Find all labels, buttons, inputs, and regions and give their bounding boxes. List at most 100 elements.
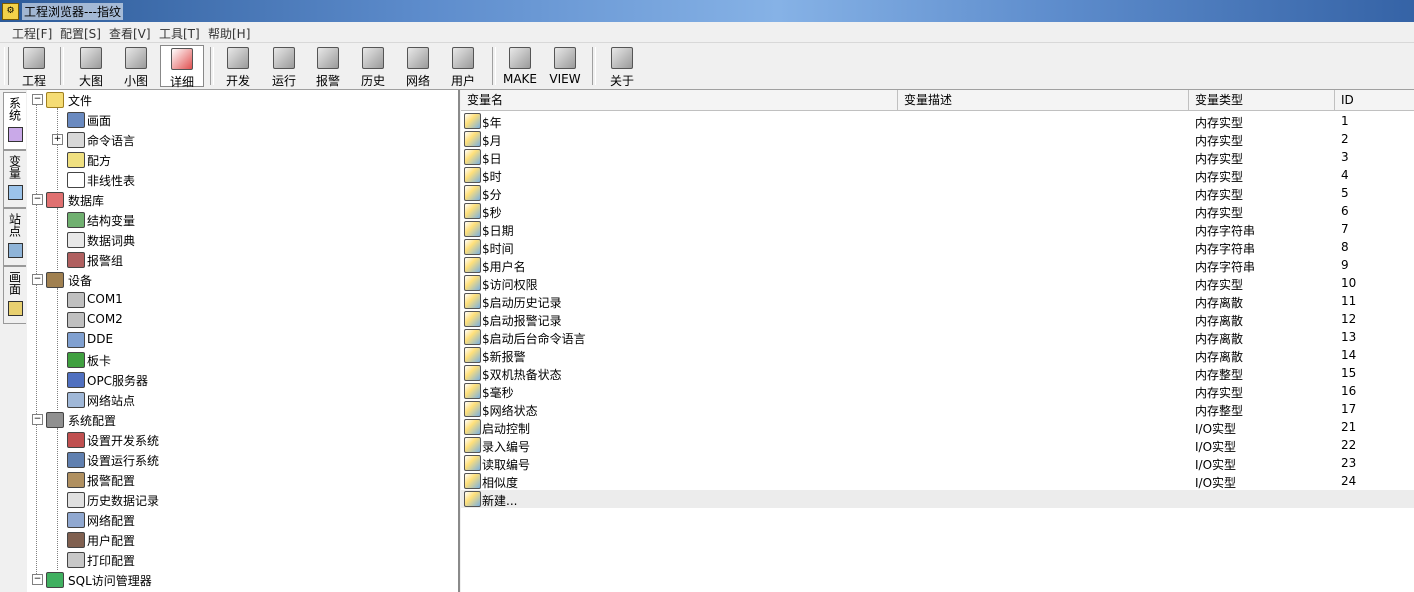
table-row[interactable]: $启动后台命令语言 内存离散 13 — [461, 328, 1414, 346]
table-row[interactable]: $网络状态 内存整型 17 — [461, 400, 1414, 418]
column-header-type[interactable]: 变量类型 — [1189, 90, 1335, 110]
network-button[interactable]: 网络 — [398, 45, 438, 88]
table-row[interactable]: $启动历史记录 内存离散 11 — [461, 292, 1414, 310]
new-variable-row[interactable]: 新建... — [461, 490, 1414, 508]
variable-name: $日 — [482, 152, 502, 166]
variable-name: $启动历史记录 — [482, 296, 562, 310]
variable-icon — [464, 239, 481, 255]
collapse-toggle[interactable]: − — [32, 194, 43, 205]
table-row[interactable]: $启动报警记录 内存离散 12 — [461, 310, 1414, 328]
about-button[interactable]: 关于 — [602, 45, 642, 88]
menu-config[interactable]: 配置[S] — [60, 25, 101, 42]
column-header-description[interactable]: 变量描述 — [898, 90, 1189, 110]
key-icon — [452, 47, 474, 69]
variable-id: 6 — [1341, 204, 1349, 218]
variable-id: 23 — [1341, 456, 1357, 470]
menu-view[interactable]: 查看[V] — [109, 25, 151, 42]
table-row[interactable]: $秒 内存实型 6 — [461, 202, 1414, 220]
run-button[interactable]: 运行 — [264, 45, 304, 88]
variable-icon — [464, 113, 481, 129]
table-row[interactable]: $访问权限 内存实型 10 — [461, 274, 1414, 292]
view-button[interactable]: VIEW — [545, 45, 585, 87]
variable-icon — [464, 473, 481, 489]
tab-system[interactable]: 系统 — [3, 92, 26, 150]
tab-variables[interactable]: 变量 — [3, 150, 26, 208]
variable-type: 内存离散 — [1195, 350, 1244, 364]
command-icon — [67, 132, 85, 148]
variable-name: $秒 — [482, 206, 502, 220]
alarm-config-icon — [67, 472, 85, 488]
network-config-icon — [67, 512, 85, 528]
expand-toggle[interactable]: + — [52, 134, 63, 145]
serial-port-icon — [67, 292, 85, 308]
history-icon — [362, 47, 384, 69]
toolbar-grip[interactable] — [4, 47, 9, 85]
small-icons-button[interactable]: 小图 — [116, 45, 156, 88]
variable-type: 内存实型 — [1195, 116, 1244, 130]
board-icon — [67, 352, 85, 368]
user-button[interactable]: 用户 — [443, 45, 483, 88]
table-row[interactable]: $月 内存实型 2 — [461, 130, 1414, 148]
column-header-id[interactable]: ID — [1335, 90, 1414, 110]
variable-type: 内存实型 — [1195, 278, 1244, 292]
table-row[interactable]: $年 内存实型 1 — [461, 112, 1414, 130]
table-row[interactable]: $双机热备状态 内存整型 15 — [461, 364, 1414, 382]
table-row[interactable]: $毫秒 内存实型 16 — [461, 382, 1414, 400]
make-button[interactable]: MAKE — [500, 45, 540, 87]
toolbar-separator — [492, 47, 496, 85]
menu-tools[interactable]: 工具[T] — [159, 25, 200, 42]
variable-type: I/O实型 — [1195, 440, 1237, 454]
menu-help[interactable]: 帮助[H] — [208, 25, 250, 42]
collapse-toggle[interactable]: − — [32, 94, 43, 105]
screen-icon — [67, 112, 85, 128]
develop-button[interactable]: 开发 — [218, 45, 258, 88]
variable-type: 内存实型 — [1195, 170, 1244, 184]
table-row[interactable]: 启动控制 I/O实型 21 — [461, 418, 1414, 436]
variable-icon — [464, 347, 481, 363]
table-row[interactable]: $分 内存实型 5 — [461, 184, 1414, 202]
variable-id: 11 — [1341, 294, 1357, 308]
variable-icon — [464, 185, 481, 201]
table-row[interactable]: $时间 内存字符串 8 — [461, 238, 1414, 256]
variable-id: 14 — [1341, 348, 1357, 362]
table-row[interactable]: $用户名 内存字符串 9 — [461, 256, 1414, 274]
table-row[interactable]: $新报警 内存离散 14 — [461, 346, 1414, 364]
table-row[interactable]: $日 内存实型 3 — [461, 148, 1414, 166]
stations-tab-icon — [7, 243, 23, 258]
variable-name: 录入编号 — [482, 440, 531, 454]
variable-type: 内存离散 — [1195, 332, 1244, 346]
network-icon — [407, 47, 429, 69]
variable-icon — [464, 275, 481, 291]
table-row[interactable]: $日期 内存字符串 7 — [461, 220, 1414, 238]
collapse-toggle[interactable]: − — [32, 414, 43, 425]
serial-port-icon — [67, 312, 85, 328]
collapse-toggle[interactable]: − — [32, 274, 43, 285]
table-row[interactable]: 读取编号 I/O实型 23 — [461, 454, 1414, 472]
network-station-icon — [67, 392, 85, 408]
variable-icon — [464, 293, 481, 309]
table-row[interactable]: $时 内存实型 4 — [461, 166, 1414, 184]
tab-screens[interactable]: 画面 — [3, 266, 26, 324]
variable-type: 内存字符串 — [1195, 224, 1256, 238]
variable-type: 内存整型 — [1195, 404, 1244, 418]
database-icon — [46, 192, 64, 208]
variable-id: 13 — [1341, 330, 1357, 344]
project-button[interactable]: 工程 — [14, 45, 54, 88]
alarm-button[interactable]: 报警 — [308, 45, 348, 88]
table-row[interactable]: 录入编号 I/O实型 22 — [461, 436, 1414, 454]
variable-name: $分 — [482, 188, 502, 202]
variable-type: 内存实型 — [1195, 206, 1244, 220]
menu-project[interactable]: 工程[F] — [12, 25, 52, 42]
variable-icon — [464, 257, 481, 273]
history-button[interactable]: 历史 — [353, 45, 393, 88]
tab-stations[interactable]: 站点 — [3, 208, 26, 266]
recipe-icon — [67, 152, 85, 168]
table-row[interactable]: 相似度 I/O实型 24 — [461, 472, 1414, 490]
column-header-name[interactable]: 变量名 — [461, 90, 898, 110]
variable-icon — [464, 149, 481, 165]
collapse-toggle[interactable]: − — [32, 574, 43, 585]
system-tab-icon — [7, 127, 23, 142]
variable-id: 16 — [1341, 384, 1357, 398]
detail-view-button[interactable]: 详细 — [160, 45, 204, 89]
large-icons-button[interactable]: 大图 — [70, 45, 112, 88]
